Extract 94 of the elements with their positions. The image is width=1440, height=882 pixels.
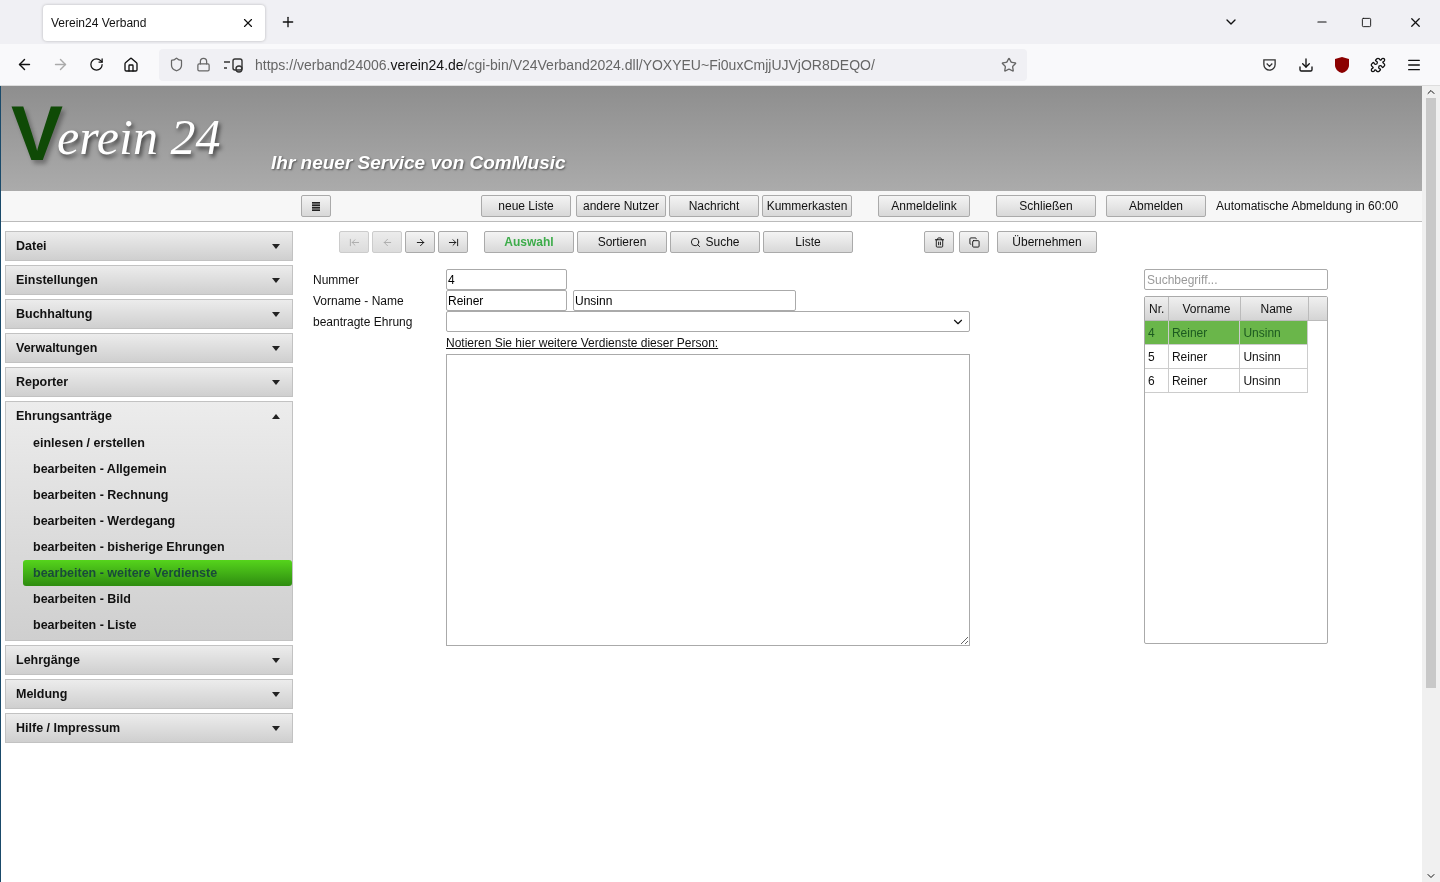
expand-icon <box>272 345 280 351</box>
table-cell: 4 <box>1145 321 1169 344</box>
forward-arrow-icon <box>414 236 426 248</box>
copy-icon <box>968 236 980 248</box>
expand-icon <box>272 277 280 283</box>
shield-icon <box>169 57 184 72</box>
bookmark-star-icon[interactable] <box>1001 56 1017 73</box>
download-icon[interactable] <box>1298 56 1314 73</box>
expand-icon <box>272 725 280 731</box>
table-cell: Reiner <box>1168 345 1241 368</box>
table-cell: 5 <box>1145 345 1169 368</box>
last-button[interactable] <box>438 231 468 253</box>
expand-icon <box>272 691 280 697</box>
accordion-header[interactable]: Verwaltungen <box>6 334 292 362</box>
expand-icon <box>272 379 280 385</box>
menu-item[interactable]: bearbeiten - Werdegang <box>23 508 292 534</box>
table-row[interactable]: 6 Reiner Unsinn <box>1145 369 1308 393</box>
table-cell: Unsinn <box>1240 321 1308 344</box>
toolbar-button[interactable]: Sortieren <box>577 231 667 253</box>
lock-icon <box>196 57 211 72</box>
expand-icon <box>272 657 280 663</box>
number-field[interactable]: 4 <box>446 269 567 290</box>
menu-item[interactable]: bearbeiten - Liste <box>23 612 292 638</box>
pocket-icon[interactable] <box>1262 57 1277 72</box>
field-label: beantragte Ehrung <box>313 314 414 329</box>
shield-extension-icon[interactable] <box>1335 56 1349 73</box>
slogan: Ihr neuer Service von ComMusic <box>271 152 566 174</box>
accordion-header[interactable]: Hilfe / Impressum <box>6 714 292 742</box>
toolbar-button[interactable]: neue Liste <box>481 195 571 217</box>
scrollbar-thumb[interactable] <box>1426 98 1436 688</box>
accordion-header[interactable]: Buchhaltung <box>6 300 292 328</box>
accordion-header[interactable]: Datei <box>6 232 292 260</box>
accordion-header[interactable]: Lehrgänge <box>6 646 292 674</box>
notes-link[interactable]: Notieren Sie hier weitere Verdienste dieser Person: <box>446 336 973 350</box>
toolbar-button[interactable]: Liste <box>763 231 853 253</box>
trash-icon <box>933 236 945 248</box>
url-text[interactable]: https://verband24006.verein24.de/cgi-bin/V24Verband2024.dll/YOXYEU~Fi0uxCmjjUJVjOR8DEQO/ <box>255 56 875 73</box>
expand-icon <box>272 243 280 249</box>
table-cell: Reiner <box>1168 321 1241 344</box>
logout-notice: Automatische Abmeldung in 60:00 <box>1216 199 1399 213</box>
accordion-header[interactable]: Reporter <box>6 368 292 396</box>
toolbar-button[interactable]: Übernehmen <box>997 231 1097 253</box>
first-name-field[interactable]: Reiner <box>446 290 567 311</box>
menu-button[interactable] <box>301 195 331 217</box>
back-arrow-icon <box>381 236 393 248</box>
expand-icon <box>272 311 280 317</box>
permissions-icon <box>223 56 243 73</box>
menu-item[interactable]: bearbeiten - bisherige Ehrungen <box>23 534 292 560</box>
toolbar-button[interactable]: Suche <box>670 231 760 253</box>
extensions-icon[interactable] <box>1370 56 1386 73</box>
menu-item[interactable]: bearbeiten - Rechnung <box>23 482 292 508</box>
new-tab-icon[interactable] <box>280 14 296 30</box>
column-header[interactable]: Nr. <box>1145 297 1169 320</box>
menu-item[interactable]: einlesen / erstellen <box>23 430 292 456</box>
column-header[interactable]: Name <box>1241 297 1309 320</box>
menu-item[interactable]: bearbeiten - weitere Verdienste <box>23 560 292 586</box>
scrollbar[interactable] <box>1422 86 1440 882</box>
toolbar-button[interactable]: andere Nutzer <box>576 195 666 217</box>
reload-icon[interactable] <box>89 57 104 72</box>
copy-button[interactable] <box>959 231 989 253</box>
last-icon <box>447 236 459 248</box>
delete-button[interactable] <box>924 231 954 253</box>
toolbar-button[interactable]: Schließen <box>996 195 1096 217</box>
list-icon <box>312 201 320 211</box>
accordion-header[interactable]: Meldung <box>6 680 292 708</box>
browser-tab[interactable]: Verein24 Verband <box>43 5 265 41</box>
search-icon <box>690 236 702 248</box>
address-bar[interactable]: https://verband24006.verein24.de/cgi-bin/V24Verband2024.dll/YOXYEU~Fi0uxCmjjUJVjOR8DEQO/ <box>159 48 1027 81</box>
tab-title: Verein24 Verband <box>51 16 147 30</box>
field-label: Vorname - Name <box>313 293 405 308</box>
table-row[interactable]: 5 Reiner Unsinn <box>1145 345 1308 369</box>
table-cell: Reiner <box>1168 369 1241 392</box>
toolbar-button[interactable]: Abmelden <box>1106 195 1206 217</box>
collapse-icon <box>272 413 280 419</box>
home-icon[interactable] <box>123 56 139 73</box>
back-icon[interactable] <box>16 56 33 73</box>
accordion-header[interactable]: Einstellungen <box>6 266 292 294</box>
column-header[interactable]: Vorname <box>1169 297 1241 320</box>
toolbar-button[interactable]: Nachricht <box>669 195 759 217</box>
last-name-field[interactable]: Unsinn <box>573 290 796 311</box>
logo: Verein 24 <box>10 88 222 172</box>
toolbar-button[interactable]: Anmeldelink <box>878 195 970 217</box>
table-cell: Unsinn <box>1240 345 1308 368</box>
menu-item[interactable]: bearbeiten - Allgemein <box>23 456 292 482</box>
menu-item[interactable]: bearbeiten - Bild <box>23 586 292 612</box>
toolbar-button[interactable]: Kummerkasten <box>762 195 852 217</box>
search-field[interactable]: Suchbegriff... <box>1144 269 1328 290</box>
maximize-icon[interactable] <box>1361 16 1372 28</box>
close-icon[interactable] <box>241 16 255 30</box>
table-cell: 6 <box>1145 369 1169 392</box>
accordion-header[interactable]: Ehrungsanträge <box>6 402 292 430</box>
first-icon <box>348 236 360 248</box>
field-label: Nummer <box>313 272 360 287</box>
table-cell: Unsinn <box>1240 369 1308 392</box>
